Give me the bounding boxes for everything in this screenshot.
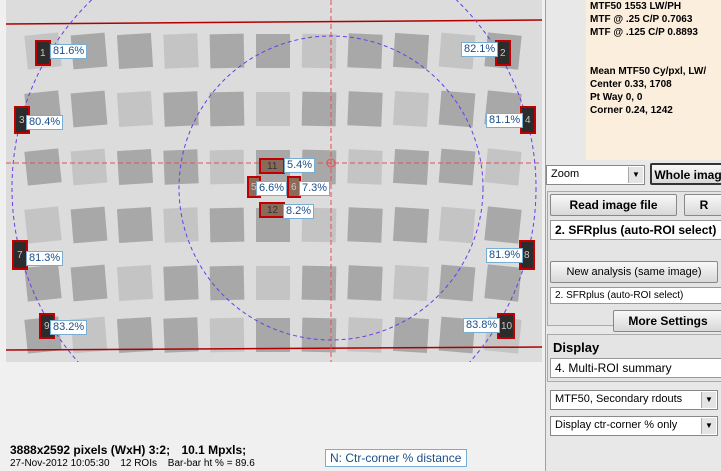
- control-panel: MTF50 1553 LW/PH MTF @ .25 C/P 0.7063 MT…: [545, 0, 721, 471]
- display-option-value: Display ctr-corner % only: [555, 419, 678, 431]
- roi-number-9: 9: [44, 321, 50, 332]
- display-mode-field[interactable]: 4. Multi-ROI summary: [550, 358, 721, 378]
- roi-number-1: 1: [40, 48, 46, 59]
- ptway-result: Pt Way 0, 0: [590, 92, 643, 103]
- roi-box-11[interactable]: 11: [259, 158, 285, 174]
- center-result: Center 0.33, 1708: [590, 79, 672, 90]
- image-meta-line: 27-Nov-2012 10:05:30 12 ROIs Bar-bar ht …: [10, 458, 263, 469]
- roi-label-7: 81.3%: [26, 251, 64, 266]
- roi-label-6: 7.3%: [299, 181, 331, 196]
- image-timestamp: 27-Nov-2012 10:05:30: [10, 458, 110, 469]
- bottom-frame-line: [6, 346, 542, 351]
- zoom-select-value: Zoom: [551, 168, 580, 180]
- roi-label-12: 8.2%: [283, 204, 315, 219]
- mtf50-result: MTF50 1553 LW/PH: [590, 1, 682, 12]
- mtf25-result: MTF @ .25 C/P 0.7063: [590, 14, 693, 25]
- roi-label-11: 5.4%: [284, 158, 316, 173]
- roi-number-6: 6: [291, 182, 297, 193]
- roi-number-3: 3: [19, 115, 25, 126]
- zoom-select[interactable]: Zoom ▼: [546, 165, 645, 185]
- image-dimensions: 3888x2592 pixels (WxH) 3:2;: [10, 443, 171, 457]
- r-button[interactable]: R: [684, 194, 721, 216]
- corner-result: Corner 0.24, 1242: [590, 105, 673, 116]
- analysis-type-field[interactable]: 2. SFRplus (auto-ROI select): [550, 220, 721, 240]
- roi-number-12: 12: [267, 205, 279, 216]
- roi-number-2: 2: [500, 48, 506, 59]
- roi-label-10: 83.8%: [463, 318, 501, 333]
- display-option-select[interactable]: Display ctr-corner % only ▼: [550, 416, 718, 436]
- mean-mtf50-header: Mean MTF50 Cy/pxl, LW/: [590, 66, 707, 77]
- roi-number-11: 11: [267, 161, 278, 172]
- results-box: MTF50 1553 LW/PH MTF @ .25 C/P 0.7063 MT…: [586, 0, 721, 160]
- chevron-down-icon: ▼: [701, 392, 716, 408]
- bar-height: Bar-bar ht % = 89.6: [167, 458, 255, 469]
- chevron-down-icon: ▼: [701, 418, 716, 434]
- roi-box-1[interactable]: 1: [35, 40, 51, 66]
- top-frame-line: [6, 19, 542, 25]
- chevron-down-icon: ▼: [628, 167, 643, 183]
- roi-box-12[interactable]: 12: [259, 202, 285, 218]
- roi-number-4: 4: [525, 115, 531, 126]
- read-image-file-button[interactable]: Read image file: [550, 194, 677, 216]
- roi-number-7: 7: [17, 250, 23, 261]
- display-title: Display: [553, 340, 600, 355]
- roi-number-8: 8: [524, 250, 530, 261]
- image-megapixels: 10.1 Mpxls;: [181, 443, 247, 457]
- roi-label-4: 81.1%: [486, 113, 524, 128]
- roi-label-2: 82.1%: [461, 42, 499, 57]
- roi-label-5: 6.6%: [256, 181, 288, 196]
- image-viewer[interactable]: 1 2 3 4 5 6 7 8 9 10 11 12 81.6% 82.1% 8…: [0, 0, 545, 471]
- image-info-line: 3888x2592 pixels (WxH) 3:2; 10.1 Mpxls;: [10, 443, 246, 457]
- whole-image-button[interactable]: Whole imag: [650, 163, 721, 185]
- mtf-readout-value: MTF50, Secondary rdouts: [555, 393, 683, 405]
- roi-number-10: 10: [501, 321, 513, 332]
- new-analysis-button[interactable]: New analysis (same image): [550, 261, 718, 283]
- roi-label-1: 81.6%: [50, 44, 88, 59]
- sfrplus-chart-image[interactable]: 1 2 3 4 5 6 7 8 9 10 11 12 81.6% 82.1% 8…: [6, 0, 542, 362]
- legend-box: N: Ctr-corner % distance: [325, 449, 467, 467]
- mtf-readout-select[interactable]: MTF50, Secondary rdouts ▼: [550, 390, 718, 410]
- roi-count: 12 ROIs: [120, 458, 157, 469]
- more-settings-button[interactable]: More Settings: [613, 310, 721, 332]
- roi-label-3: 80.4%: [26, 115, 64, 130]
- roi-label-8: 81.9%: [486, 248, 524, 263]
- analysis-select[interactable]: 2. SFRplus (auto-ROI select): [550, 287, 721, 304]
- roi-label-9: 83.2%: [50, 320, 88, 335]
- mtf125-result: MTF @ .125 C/P 0.8893: [590, 27, 698, 38]
